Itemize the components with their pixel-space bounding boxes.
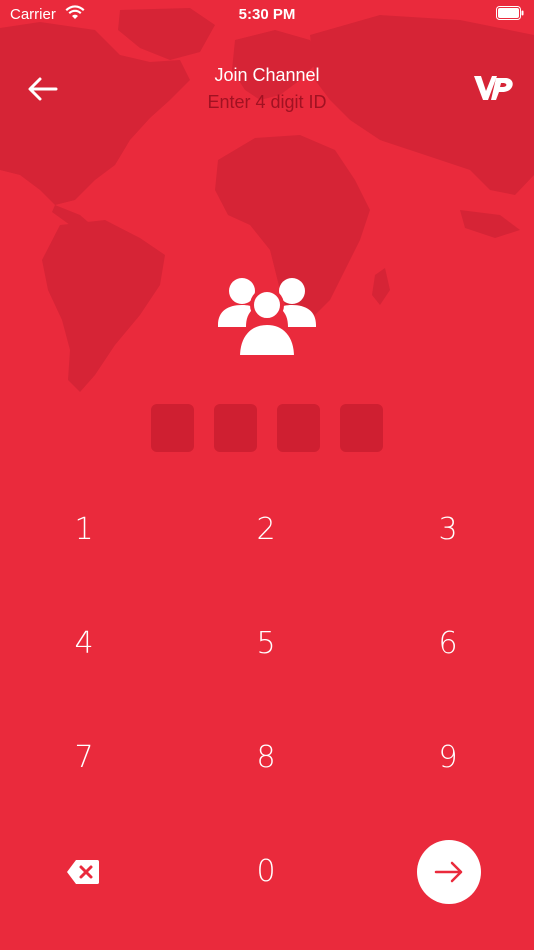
- keypad-key-7[interactable]: 7: [24, 722, 144, 792]
- page-title: Join Channel: [214, 65, 320, 85]
- pin-digit-box: [151, 404, 194, 452]
- backspace-icon: [67, 860, 99, 884]
- keypad-key-1[interactable]: 1: [24, 494, 144, 564]
- keypad-key-5[interactable]: 5: [206, 608, 326, 678]
- keypad-key-8[interactable]: 8: [206, 722, 326, 792]
- status-bar: Carrier 5:30 PM: [0, 0, 534, 28]
- arrow-right-icon: [434, 861, 463, 883]
- pin-digit-box: [340, 404, 383, 452]
- keypad-key-4[interactable]: 4: [24, 608, 144, 678]
- submit-button[interactable]: [417, 840, 481, 904]
- pin-digit-box: [277, 404, 320, 452]
- group-icon: [218, 278, 316, 359]
- battery-icon: [496, 6, 524, 20]
- page-subtitle: Enter 4 digit ID: [207, 92, 327, 112]
- pin-input[interactable]: [151, 404, 383, 452]
- keypad-key-2[interactable]: 2: [206, 494, 326, 564]
- vp-logo-icon: [474, 76, 513, 100]
- clock: 5:30 PM: [238, 6, 296, 23]
- keypad-key-6[interactable]: 6: [388, 608, 508, 678]
- keypad-key-0[interactable]: 0: [206, 836, 326, 906]
- keypad-key-3[interactable]: 3: [388, 494, 508, 564]
- keypad-key-9[interactable]: 9: [388, 722, 508, 792]
- pin-digit-box: [214, 404, 257, 452]
- backspace-button[interactable]: [66, 859, 100, 885]
- join-channel-screen: Carrier 5:30 PM Join Channel Enter 4 dig…: [0, 0, 534, 950]
